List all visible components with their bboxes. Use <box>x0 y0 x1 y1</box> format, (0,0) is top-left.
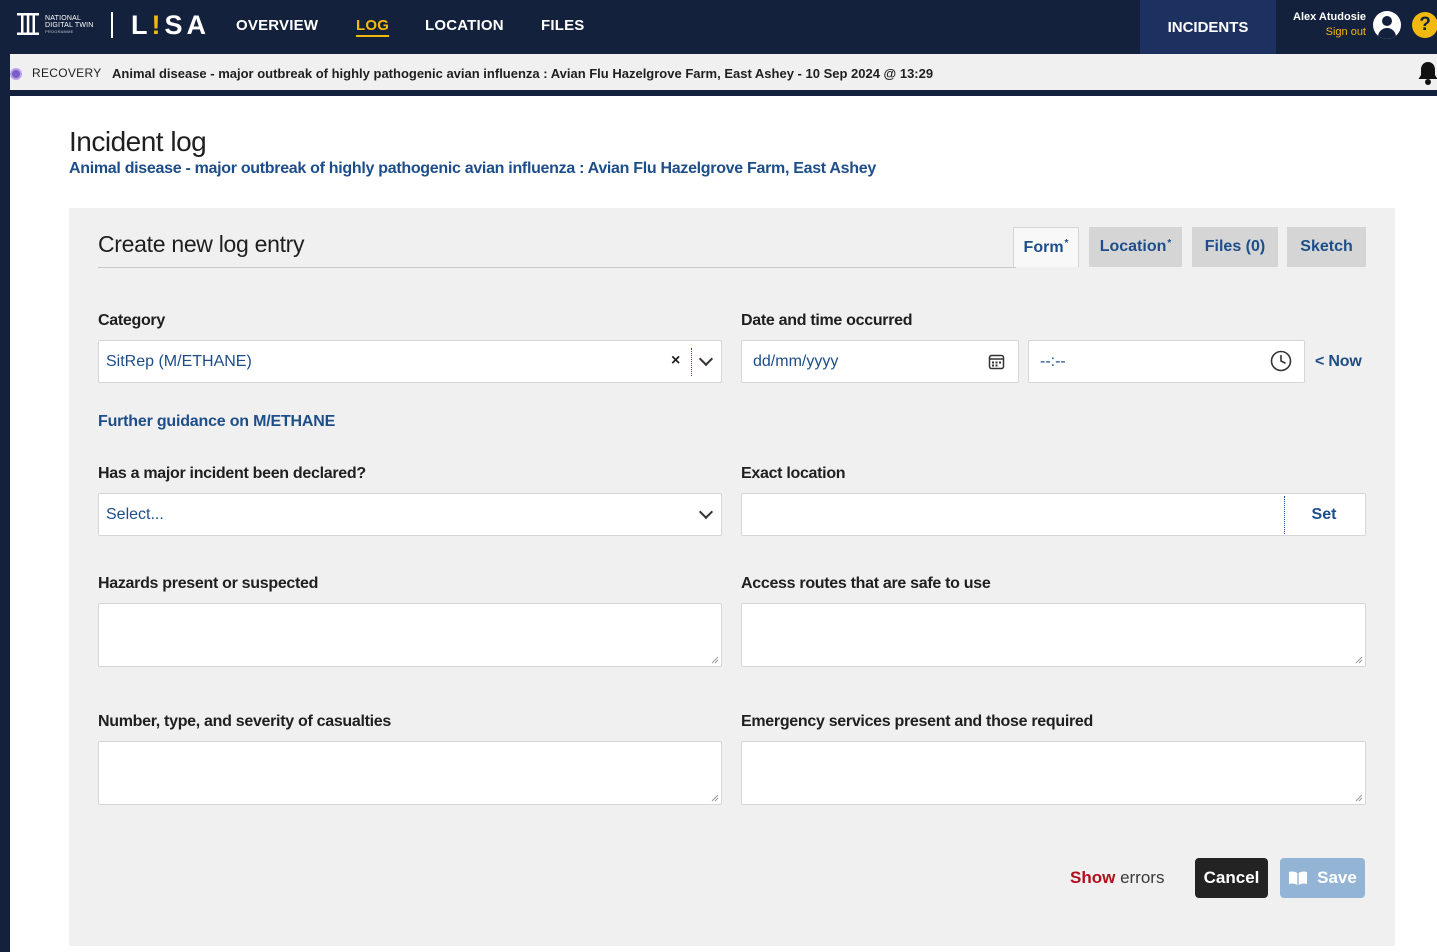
main-content: Incident log Animal disease - major outb… <box>10 96 1437 952</box>
clear-icon[interactable]: × <box>671 352 680 370</box>
app-logo-bang: ! <box>151 10 165 40</box>
tab-location[interactable]: Location * <box>1089 227 1182 267</box>
tab-sketch[interactable]: Sketch <box>1287 227 1366 267</box>
ndt-logo-text: NATIONAL DIGITAL TWIN PROGRAMME <box>45 15 94 34</box>
major-incident-value: Select... <box>106 506 164 523</box>
date-input-placeholder: dd/mm/yyyy <box>753 353 839 370</box>
nav-location[interactable]: LOCATION <box>425 17 504 34</box>
app-logo-part1: L <box>131 10 152 40</box>
app-logo-part2: SA <box>164 10 211 40</box>
calendar-icon[interactable] <box>988 353 1005 375</box>
incidents-button[interactable]: INCIDENTS <box>1140 0 1276 54</box>
save-button[interactable]: Save <box>1280 858 1365 898</box>
hazards-label: Hazards present or suspected <box>98 575 319 592</box>
card-title: Create new log entry <box>98 231 305 257</box>
show-errors-keyword: Show <box>1070 868 1116 887</box>
card-title-rule <box>98 267 1016 268</box>
resize-grip-icon[interactable] <box>1355 656 1363 664</box>
access-routes-label: Access routes that are safe to use <box>741 575 991 592</box>
select-separator <box>691 348 692 376</box>
show-errors-link[interactable]: Show errors <box>1070 868 1164 888</box>
nav-log[interactable]: LOG <box>356 17 389 34</box>
tab-location-label: Location <box>1099 238 1167 255</box>
sign-out-link[interactable]: Sign out <box>1288 26 1366 38</box>
time-input-placeholder: --:-- <box>1040 353 1066 370</box>
incident-phase: RECOVERY <box>32 66 102 80</box>
time-input[interactable]: --:-- <box>1028 340 1305 383</box>
set-location-button[interactable]: Set <box>1283 494 1365 535</box>
resize-grip-icon[interactable] <box>711 656 719 664</box>
datetime-label: Date and time occurred <box>741 312 913 329</box>
tab-files[interactable]: Files (0) <box>1192 227 1278 267</box>
cancel-button[interactable]: Cancel <box>1195 858 1268 898</box>
nav-overview[interactable]: OVERVIEW <box>236 17 318 34</box>
resize-grip-icon[interactable] <box>1355 794 1363 802</box>
log-entry-card: Create new log entry Form * Location * Fil… <box>69 208 1395 946</box>
app-logo[interactable]: L!SA <box>131 10 210 41</box>
chevron-down-icon[interactable] <box>698 504 714 520</box>
incident-status-strip: RECOVERY Animal disease - major outbreak… <box>10 54 1437 93</box>
ndt-line1: NATIONAL <box>45 14 82 22</box>
major-incident-label: Has a major incident been declared? <box>98 465 366 482</box>
category-select[interactable]: SitRep (M/ETHANE) × <box>98 340 722 383</box>
recovery-status-dot-icon <box>10 68 22 80</box>
book-icon <box>1289 871 1308 885</box>
major-incident-select[interactable]: Select... <box>98 493 722 536</box>
hazards-textarea[interactable] <box>98 603 722 667</box>
tab-files-label: Files (0) <box>1204 238 1266 255</box>
date-input[interactable]: dd/mm/yyyy <box>741 340 1019 383</box>
ndt-line3: PROGRAMME <box>45 28 74 34</box>
chevron-down-icon[interactable] <box>698 351 714 367</box>
ndt-line2: DIGITAL TWIN <box>45 21 94 29</box>
nav-files[interactable]: FILES <box>541 17 585 34</box>
page-subtitle: Animal disease - major outbreak of highl… <box>69 160 876 177</box>
category-value: SitRep (M/ETHANE) <box>106 353 252 370</box>
brand-divider <box>111 12 113 38</box>
help-button[interactable]: ? <box>1412 12 1437 38</box>
casualties-textarea[interactable] <box>98 741 722 805</box>
emergency-services-label: Emergency services present and those req… <box>741 713 1093 730</box>
top-nav: NATIONAL DIGITAL TWIN PROGRAMME L!SA OVE… <box>0 0 1437 54</box>
save-button-label: Save <box>1317 868 1357 887</box>
show-errors-rest: errors <box>1115 868 1165 887</box>
guidance-link[interactable]: Further guidance on M/ETHANE <box>98 413 335 431</box>
tab-form-required-marker: * <box>1064 238 1069 249</box>
tab-form[interactable]: Form * <box>1013 227 1079 267</box>
tab-location-required-marker: * <box>1167 237 1172 249</box>
page-title: Incident log <box>69 126 207 157</box>
ndt-logo-mark-icon <box>16 11 40 37</box>
resize-grip-icon[interactable] <box>711 794 719 802</box>
clock-icon[interactable] <box>1270 350 1292 377</box>
emergency-services-textarea[interactable] <box>741 741 1366 805</box>
incident-summary: Animal disease - major outbreak of highl… <box>112 66 934 81</box>
user-name: Alex Atudosie <box>1293 11 1366 23</box>
category-label: Category <box>98 312 165 329</box>
bell-icon[interactable] <box>1417 60 1437 86</box>
access-routes-textarea[interactable] <box>741 603 1366 667</box>
exact-location-field[interactable]: Set <box>741 493 1366 536</box>
tab-sketch-label: Sketch <box>1300 238 1353 255</box>
exact-location-label: Exact location <box>741 465 846 482</box>
now-link[interactable]: < Now <box>1315 353 1362 371</box>
casualties-label: Number, type, and severity of casualties <box>98 713 392 730</box>
user-info: Alex Atudosie Sign out <box>1288 11 1366 38</box>
ndt-logo[interactable]: NATIONAL DIGITAL TWIN PROGRAMME <box>16 11 94 37</box>
user-icon[interactable] <box>1373 11 1401 39</box>
tab-form-label: Form <box>1023 238 1064 256</box>
